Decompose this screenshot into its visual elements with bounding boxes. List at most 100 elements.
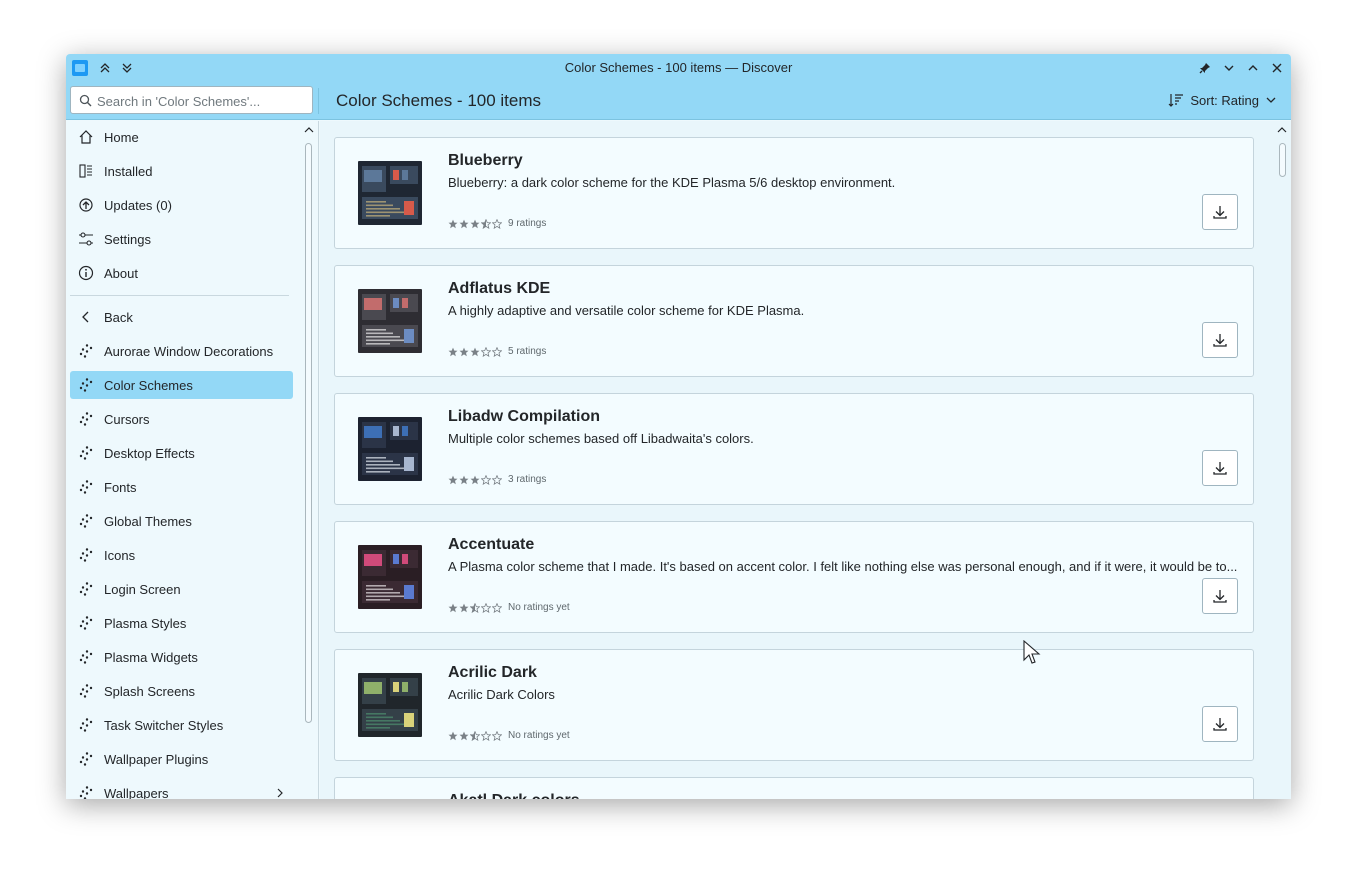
minimize-icon[interactable] [1220, 59, 1238, 77]
install-button[interactable] [1202, 194, 1238, 230]
star-rating [448, 730, 502, 741]
download-icon [1213, 334, 1227, 347]
item-description: Blueberry: a dark color scheme for the K… [448, 175, 896, 190]
category-icon [76, 477, 96, 497]
main-scrollbar-thumb[interactable] [1279, 143, 1286, 177]
close-icon[interactable] [1268, 59, 1286, 77]
category-icon [76, 375, 96, 395]
sidebar-category-splash-screens[interactable]: Splash Screens [70, 677, 293, 705]
item-thumbnail [358, 289, 422, 353]
sidebar-category-wallpaper-plugins[interactable]: Wallpaper Plugins [70, 745, 293, 773]
item-rating: 5 ratings [448, 346, 546, 357]
title-bar: Color Schemes - 100 items — Discover [66, 54, 1291, 82]
sidebar-category-login-screen[interactable]: Login Screen [70, 575, 293, 603]
sidebar-item-settings[interactable]: Settings [70, 225, 293, 253]
item-name: Libadw Compilation [448, 408, 600, 425]
star-icon [470, 602, 480, 613]
sort-icon [1168, 94, 1184, 107]
main-scrollbar[interactable] [1273, 121, 1291, 799]
star-icon [492, 218, 502, 229]
download-icon [1213, 590, 1227, 603]
items-list: Blueberry Blueberry: a dark color scheme … [320, 121, 1291, 799]
item-rating: 3 ratings [448, 474, 546, 485]
sidebar-item-label: Cursors [104, 411, 150, 427]
sidebar-item-label: Plasma Widgets [104, 649, 198, 665]
updates-icon [76, 195, 96, 215]
item-description: A highly adaptive and versatile color sc… [448, 303, 805, 318]
star-icon [481, 730, 491, 741]
sidebar-category-wallpapers[interactable]: Wallpapers [70, 779, 293, 799]
sidebar-category-icons[interactable]: Icons [70, 541, 293, 569]
sidebar-item-installed[interactable]: Installed [70, 157, 293, 185]
chevron-left-icon [76, 307, 96, 327]
sidebar: Home Installed Updates (0) Settings Abou… [66, 121, 319, 799]
sidebar-scrollbar[interactable] [301, 121, 319, 799]
item-card[interactable]: Acrilic Dark Acrilic Dark Colors No rating… [334, 649, 1254, 761]
install-button[interactable] [1202, 706, 1238, 742]
download-icon [1213, 462, 1227, 475]
sidebar-category-global-themes[interactable]: Global Themes [70, 507, 293, 535]
rating-count: 9 ratings [508, 218, 547, 229]
category-icon [76, 681, 96, 701]
category-icon [76, 341, 96, 361]
sidebar-category-fonts[interactable]: Fonts [70, 473, 293, 501]
download-icon [1213, 206, 1227, 219]
star-icon [459, 731, 469, 740]
category-icon [76, 715, 96, 735]
scroll-up-icon[interactable] [304, 125, 314, 135]
install-button[interactable] [1202, 322, 1238, 358]
item-name: Accentuate [448, 536, 535, 553]
sidebar-category-cursors[interactable]: Cursors [70, 405, 293, 433]
search-field[interactable] [70, 86, 313, 114]
item-card[interactable]: Blueberry Blueberry: a dark color scheme … [334, 137, 1254, 249]
install-button[interactable] [1202, 450, 1238, 486]
sidebar-item-home[interactable]: Home [70, 123, 293, 151]
star-icon [459, 475, 469, 484]
category-icon [76, 783, 96, 799]
category-icon [76, 545, 96, 565]
search-input[interactable] [97, 91, 307, 111]
star-icon [492, 602, 502, 613]
star-rating [448, 474, 502, 485]
item-card[interactable]: Akatl Dark colors [334, 777, 1254, 799]
star-icon [459, 603, 469, 612]
sort-button[interactable]: Sort: Rating [1168, 92, 1277, 108]
item-description: Acrilic Dark Colors [448, 687, 555, 702]
window-title: Color Schemes - 100 items — Discover [564, 60, 793, 75]
sidebar-category-aurorae-window-decorations[interactable]: Aurorae Window Decorations [70, 337, 293, 365]
sidebar-category-plasma-styles[interactable]: Plasma Styles [70, 609, 293, 637]
item-card[interactable]: Libadw Compilation Multiple color schemes… [334, 393, 1254, 505]
sidebar-category-task-switcher-styles[interactable]: Task Switcher Styles [70, 711, 293, 739]
rating-count: 5 ratings [508, 346, 547, 357]
item-card[interactable]: Adflatus KDE A highly adaptive and versat… [334, 265, 1254, 377]
item-rating: 9 ratings [448, 218, 546, 229]
install-button[interactable] [1202, 578, 1238, 614]
sidebar-item-label: Icons [104, 547, 136, 563]
sidebar-item-updates[interactable]: Updates (0) [70, 191, 293, 219]
sidebar-category-desktop-effects[interactable]: Desktop Effects [70, 439, 293, 467]
header-toolbar: Color Schemes - 100 items Sort: Rating [66, 82, 1291, 120]
star-icon [492, 730, 502, 741]
sidebar-item-label: Aurorae Window Decorations [104, 343, 274, 359]
item-card[interactable]: Accentuate A Plasma color scheme that I m… [334, 521, 1254, 633]
sidebar-item-label: Desktop Effects [104, 445, 195, 461]
maximize-icon[interactable] [1244, 59, 1262, 77]
chevron-right-icon [277, 788, 283, 798]
rating-count: No ratings yet [508, 730, 570, 741]
sidebar-item-about[interactable]: About [70, 259, 293, 287]
scroll-up-icon[interactable] [1277, 125, 1287, 135]
mouse-cursor-icon [1023, 640, 1041, 664]
back-button[interactable]: Back [70, 303, 293, 331]
pin-icon[interactable] [1196, 59, 1214, 77]
about-icon [76, 263, 96, 283]
rating-count: 3 ratings [508, 474, 547, 485]
star-icon [492, 346, 502, 357]
category-icon [76, 443, 96, 463]
sort-label: Sort: Rating [1190, 92, 1259, 108]
sidebar-category-plasma-widgets[interactable]: Plasma Widgets [70, 643, 293, 671]
star-icon [448, 475, 458, 484]
sidebar-scrollbar-thumb[interactable] [305, 143, 312, 723]
sidebar-category-color-schemes[interactable]: Color Schemes [70, 371, 293, 399]
star-rating [448, 218, 502, 229]
star-icon [470, 475, 480, 484]
